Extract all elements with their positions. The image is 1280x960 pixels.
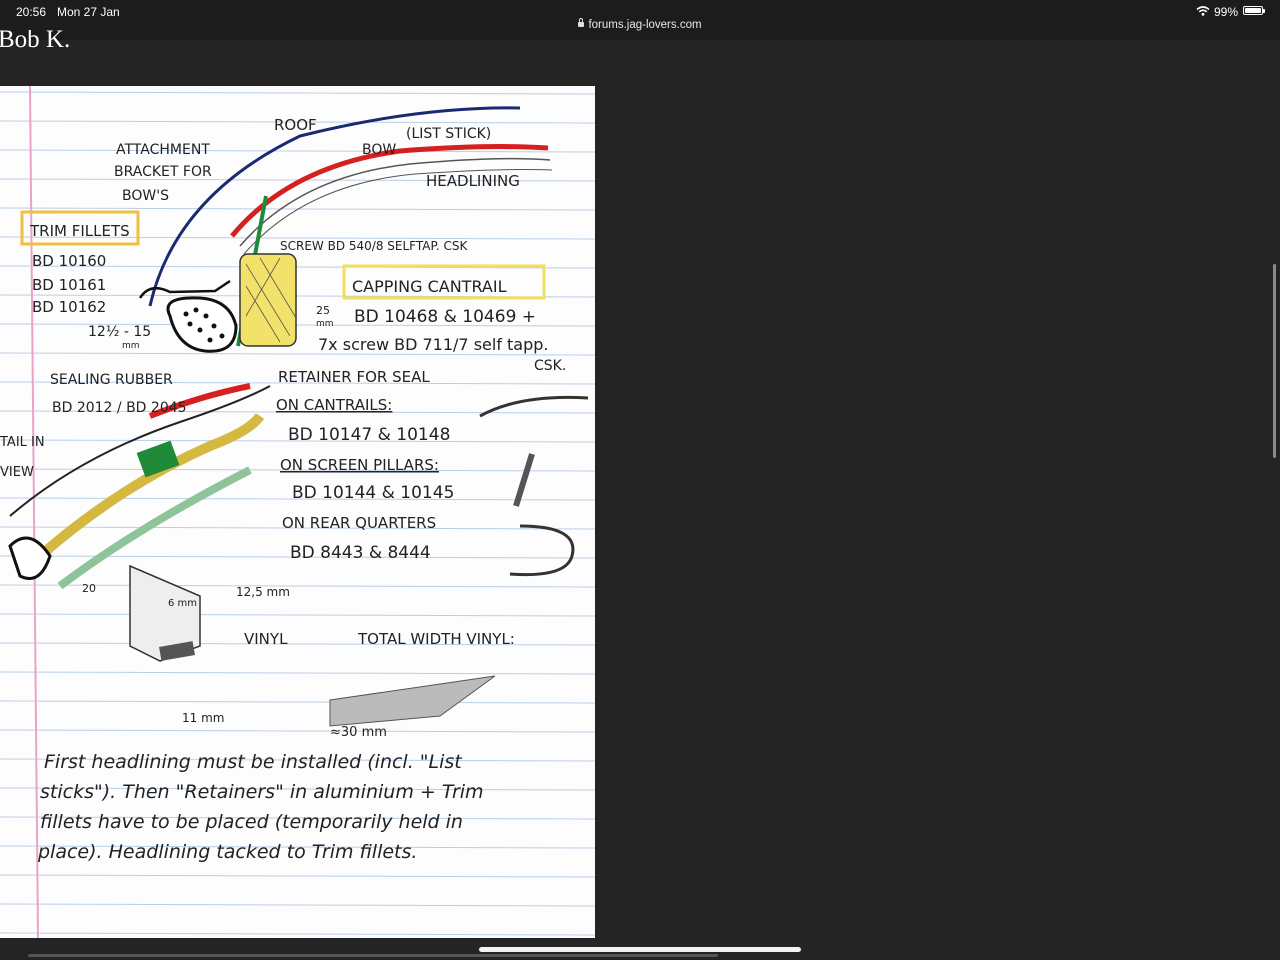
label-trim-fillets: TRIM FILLETS: [29, 222, 130, 240]
label-sealing: SEALING RUBBER: [50, 372, 173, 388]
label-screw-7: 7x screw BD 711/7 self tapp.: [318, 335, 549, 354]
label-total-width: TOTAL WIDTH VINYL:: [357, 630, 515, 648]
label-bd-capping: BD 10468 & 10469 +: [354, 307, 536, 327]
post-author: Bob K.: [0, 30, 71, 48]
label-screen-pillars: ON SCREEN PILLARS:: [280, 456, 439, 474]
note-line-3: fillets have to be placed (temporarily h…: [40, 811, 463, 833]
label-dim-11: 11 mm: [182, 711, 224, 725]
lock-icon: [578, 18, 585, 27]
home-indicator[interactable]: [479, 947, 801, 952]
label-csk: CSK.: [534, 358, 566, 374]
address-bar[interactable]: forums.jag-lovers.com: [0, 18, 1280, 31]
label-bd-10160: BD 10160: [32, 252, 106, 270]
note-line-1: First headlining must be installed (incl…: [44, 751, 463, 773]
label-dim-25-mm: mm: [316, 319, 334, 329]
label-attachment-2: BRACKET FOR: [114, 164, 212, 180]
label-sealing-bd: BD 2012 / BD 2045: [52, 400, 187, 416]
label-dim-6: 6 mm: [168, 598, 197, 609]
label-headlining: HEADLINING: [426, 172, 520, 190]
label-bd-10162: BD 10162: [32, 298, 106, 316]
label-rear-quarters: ON REAR QUARTERS: [282, 514, 436, 532]
label-dim-12: 12½ - 15: [88, 324, 151, 340]
label-detail-1: TAIL IN: [0, 435, 45, 450]
label-detail-2: VIEW: [0, 465, 34, 480]
label-dim-25: 25: [316, 304, 330, 317]
battery-icon: [1243, 6, 1265, 15]
url-text: forums.jag-lovers.com: [588, 19, 702, 31]
label-screen-bd: BD 10144 & 10145: [292, 483, 454, 503]
label-dim-30: ≈30 mm: [330, 725, 387, 740]
label-screw: SCREW BD 540/8 SELFTAP. CSK: [280, 239, 468, 253]
label-list-stick: (LIST STICK): [406, 126, 491, 142]
status-date: Mon 27 Jan: [57, 5, 120, 19]
label-attachment-1: ATTACHMENT: [116, 142, 210, 158]
status-bar: 20:56 Mon 27 Jan forums.jag-lovers.com 9…: [0, 0, 1280, 40]
scrollbar[interactable]: [1273, 264, 1276, 458]
battery-percent: 99%: [1214, 5, 1239, 19]
label-retainer: RETAINER FOR SEAL: [278, 368, 430, 386]
label-dim-20: 20: [82, 582, 96, 595]
label-rear-bd: BD 8443 & 8444: [290, 543, 431, 563]
label-cantrails-bd: BD 10147 & 10148: [288, 425, 450, 445]
label-dim-12-5: 12,5 mm: [236, 585, 290, 599]
label-dim-12-mm: mm: [122, 341, 140, 351]
wifi-icon: [1196, 6, 1210, 16]
label-bow: BOW: [362, 142, 396, 158]
note-line-4: place). Headlining tacked to Trim fillet…: [37, 841, 417, 863]
status-time: 20:56: [16, 5, 47, 19]
label-capping: CAPPING CANTRAIL: [352, 277, 507, 296]
label-bd-10161: BD 10161: [32, 276, 106, 294]
label-cantrails: ON CANTRAILS:: [276, 396, 392, 414]
note-line-2: sticks"). Then "Retainers" in aluminium …: [40, 781, 484, 803]
progress-track: [28, 954, 718, 957]
note-drawing: ROOF BOW (LIST STICK) HEADLINING ATTACHM…: [0, 86, 595, 938]
label-roof: ROOF: [274, 116, 317, 134]
label-vinyl: VINYL: [244, 630, 288, 648]
label-attachment-3: BOW'S: [122, 188, 169, 204]
handwritten-note-image: ROOF BOW (LIST STICK) HEADLINING ATTACHM…: [0, 86, 595, 938]
